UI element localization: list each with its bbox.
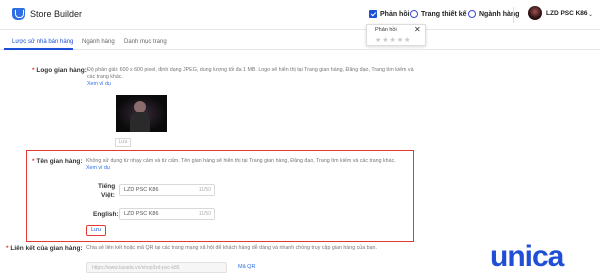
unica-watermark: unica: [490, 240, 564, 273]
logo-label: * Logo gian hàng:: [32, 67, 87, 74]
nav-category[interactable]: Ngành hàng: [468, 10, 519, 18]
tab-category[interactable]: Ngành hàng: [82, 39, 115, 45]
feedback-toggle[interactable]: Phản hồi: [369, 10, 410, 18]
vi-char-count: 11/50: [198, 187, 211, 193]
circle-icon: [468, 10, 476, 18]
store-name-label: * Tên gian hàng:: [32, 158, 83, 165]
store-url-value: https://www.lazada.vn/shop/lzd-psc-k86: [92, 265, 180, 271]
store-name-hint: Không sử dụng từ nhạy cảm và từ cấm. Tên…: [86, 158, 411, 172]
active-tab-indicator: [4, 48, 73, 50]
english-name-input[interactable]: LZD PSC K86 11/50: [119, 208, 215, 220]
nav-design-label: Trang thiết kế: [421, 10, 467, 18]
logo-save-button[interactable]: Lưu: [115, 138, 131, 147]
app-name: Store Builder: [30, 9, 83, 19]
en-label: English:: [93, 211, 119, 218]
logo-hint: Độ phân giải: 600 x 600 pixel, định dạng…: [87, 67, 432, 88]
close-icon[interactable]: ✕: [414, 25, 421, 34]
vi-name-value: LZD PSC K86: [124, 187, 159, 193]
tab-bar: Lược sử nhà bán hàng Ngành hàng Danh mục…: [0, 36, 600, 50]
name-save-button[interactable]: Lưu: [86, 225, 106, 236]
app-logo[interactable]: Store Builder: [12, 8, 82, 20]
tab-seller-profile[interactable]: Lược sử nhà bán hàng: [12, 39, 73, 45]
avatar[interactable]: [528, 6, 542, 20]
store-link-hint: Chia sẻ liên kết hoặc mã QR tại các tran…: [86, 245, 377, 251]
logo-person-body: [130, 112, 150, 132]
vi-label-1: Tiếng: [98, 183, 116, 190]
feedback-title: Phản hồi: [375, 27, 397, 33]
vietnamese-name-input[interactable]: LZD PSC K86 11/50: [119, 184, 215, 196]
vi-label-2: Việt:: [101, 192, 115, 199]
qr-code-link[interactable]: Mã QR: [238, 264, 255, 270]
circle-icon: [410, 10, 418, 18]
tab-page-category[interactable]: Danh mục trang: [124, 39, 167, 45]
checkbox-icon: [369, 10, 377, 18]
top-bar: Store Builder Phản hồi Trang thiết kế Ng…: [0, 0, 600, 30]
logo-image[interactable]: [116, 95, 167, 132]
en-char-count: 11/50: [198, 211, 211, 217]
feedback-label: Phản hồi: [380, 10, 410, 18]
user-name[interactable]: LZD PSC K86: [546, 10, 588, 17]
chevron-down-icon[interactable]: ⌄: [588, 11, 593, 18]
divider: [513, 7, 514, 23]
store-logo-icon: [12, 8, 25, 20]
store-url-field[interactable]: https://www.lazada.vn/shop/lzd-psc-k86: [86, 262, 227, 273]
nav-design-page[interactable]: Trang thiết kế: [410, 10, 467, 18]
store-link-label: * Liên kết của gian hàng:: [6, 245, 83, 252]
name-example-link[interactable]: Xem ví dụ: [86, 165, 411, 172]
logo-example-link[interactable]: Xem ví dụ: [87, 81, 432, 88]
en-name-value: LZD PSC K86: [124, 211, 159, 217]
